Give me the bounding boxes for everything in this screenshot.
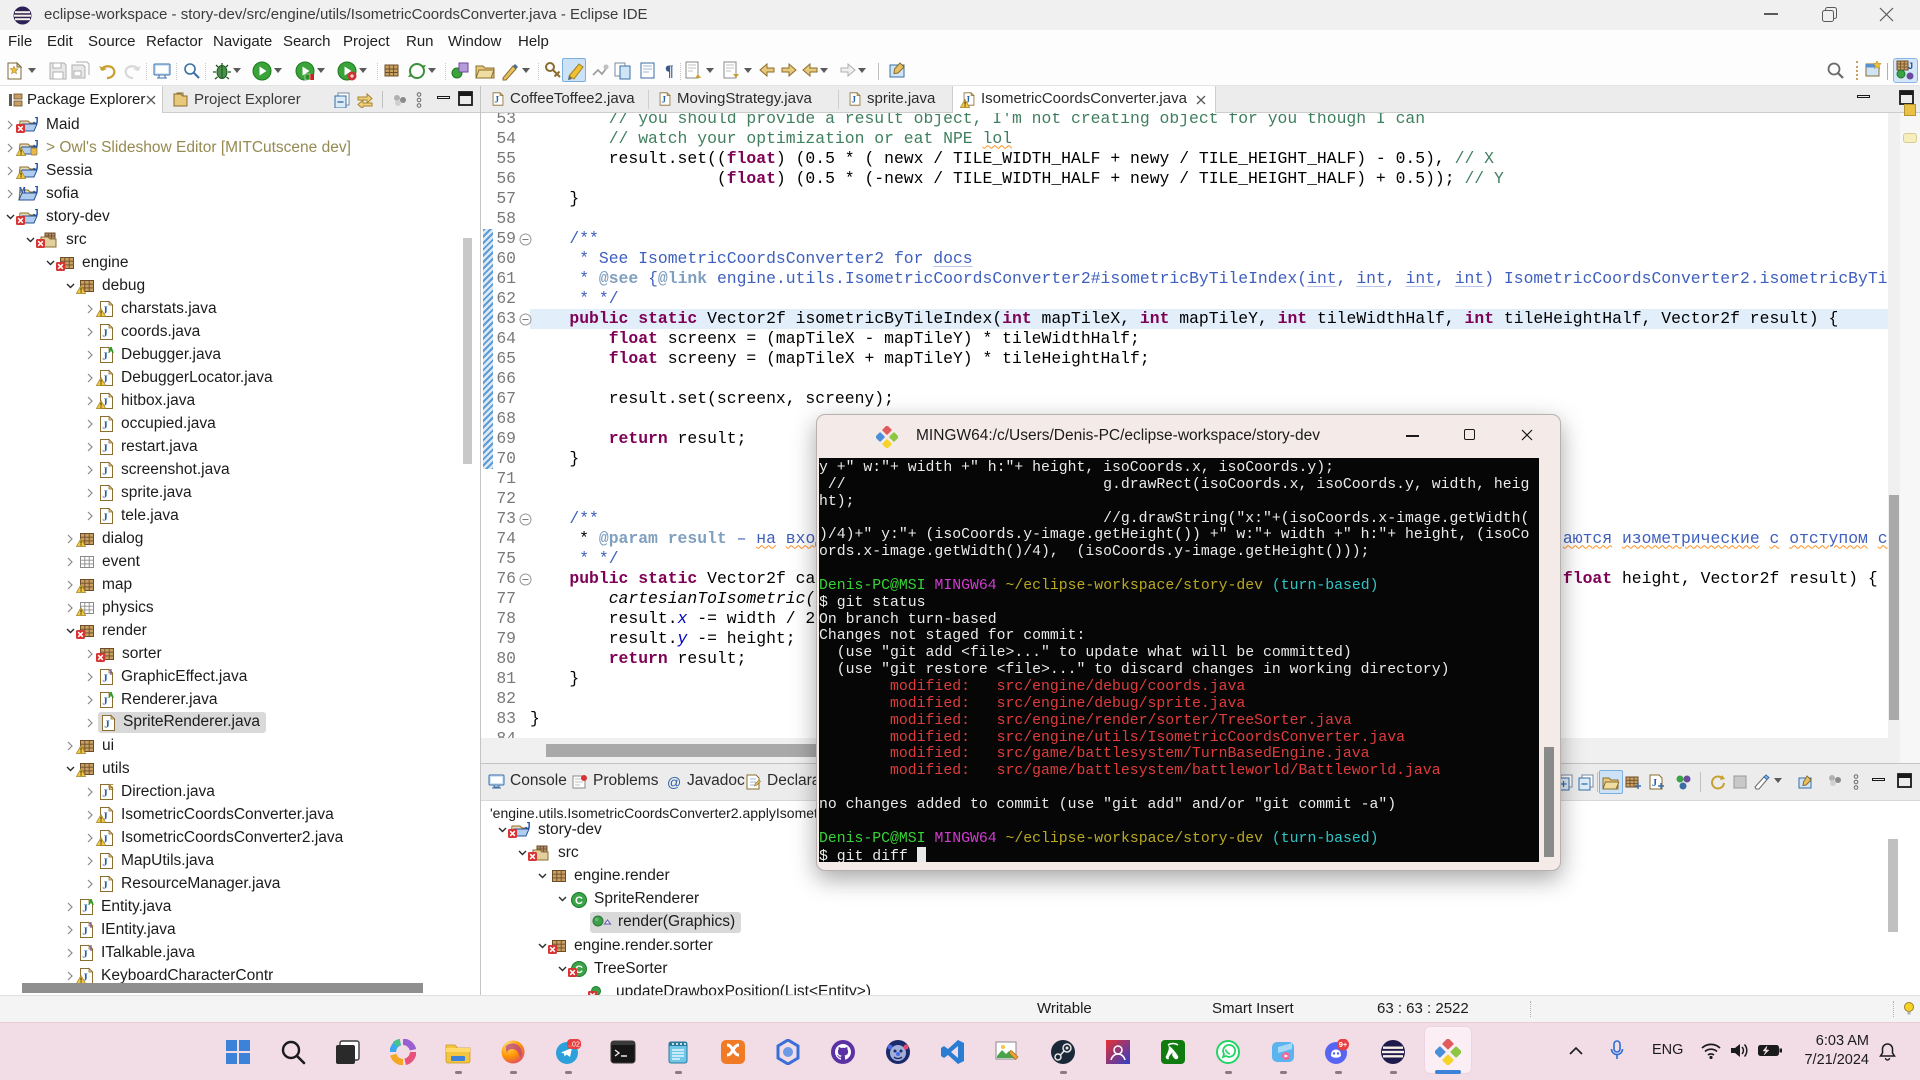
svg-text:J: J [1908,61,1913,71]
svg-text:J: J [102,466,108,478]
svg-text:¶: ¶ [665,63,674,80]
svg-text:J: J [33,185,39,196]
svg-text:J: J [102,880,108,892]
svg-text:A: A [108,346,114,355]
svg-text:J: J [102,673,108,685]
svg-text:J: J [33,162,39,173]
svg-text:@: @ [667,774,681,790]
svg-text:J: J [102,443,108,455]
svg-text:..02: ..02 [568,1042,580,1049]
svg-text:M: M [19,186,26,195]
svg-text:9+: 9+ [1339,1040,1348,1049]
svg-text:J: J [104,718,110,730]
svg-text:A: A [108,691,114,700]
svg-text:I: I [110,668,112,677]
svg-text:J: J [1652,778,1657,789]
svg-text:I: I [90,944,92,953]
svg-text:J: J [494,95,499,105]
svg-text:J: J [82,949,88,961]
svg-text:I: I [90,921,92,930]
svg-text:J: J [33,116,39,127]
svg-text:J: J [851,95,856,105]
svg-text:J: J [102,512,108,524]
svg-text:J: J [82,926,88,938]
svg-text:J: J [102,328,108,340]
svg-text:J: J [525,821,531,832]
svg-text:J: J [33,208,39,219]
svg-text:J: J [102,857,108,869]
svg-text:J: J [102,420,108,432]
svg-text:A: A [88,898,94,907]
svg-text:E: E [108,783,114,792]
svg-text:C: C [575,895,583,907]
svg-text:J: J [102,489,108,501]
svg-text:J: J [661,95,666,105]
